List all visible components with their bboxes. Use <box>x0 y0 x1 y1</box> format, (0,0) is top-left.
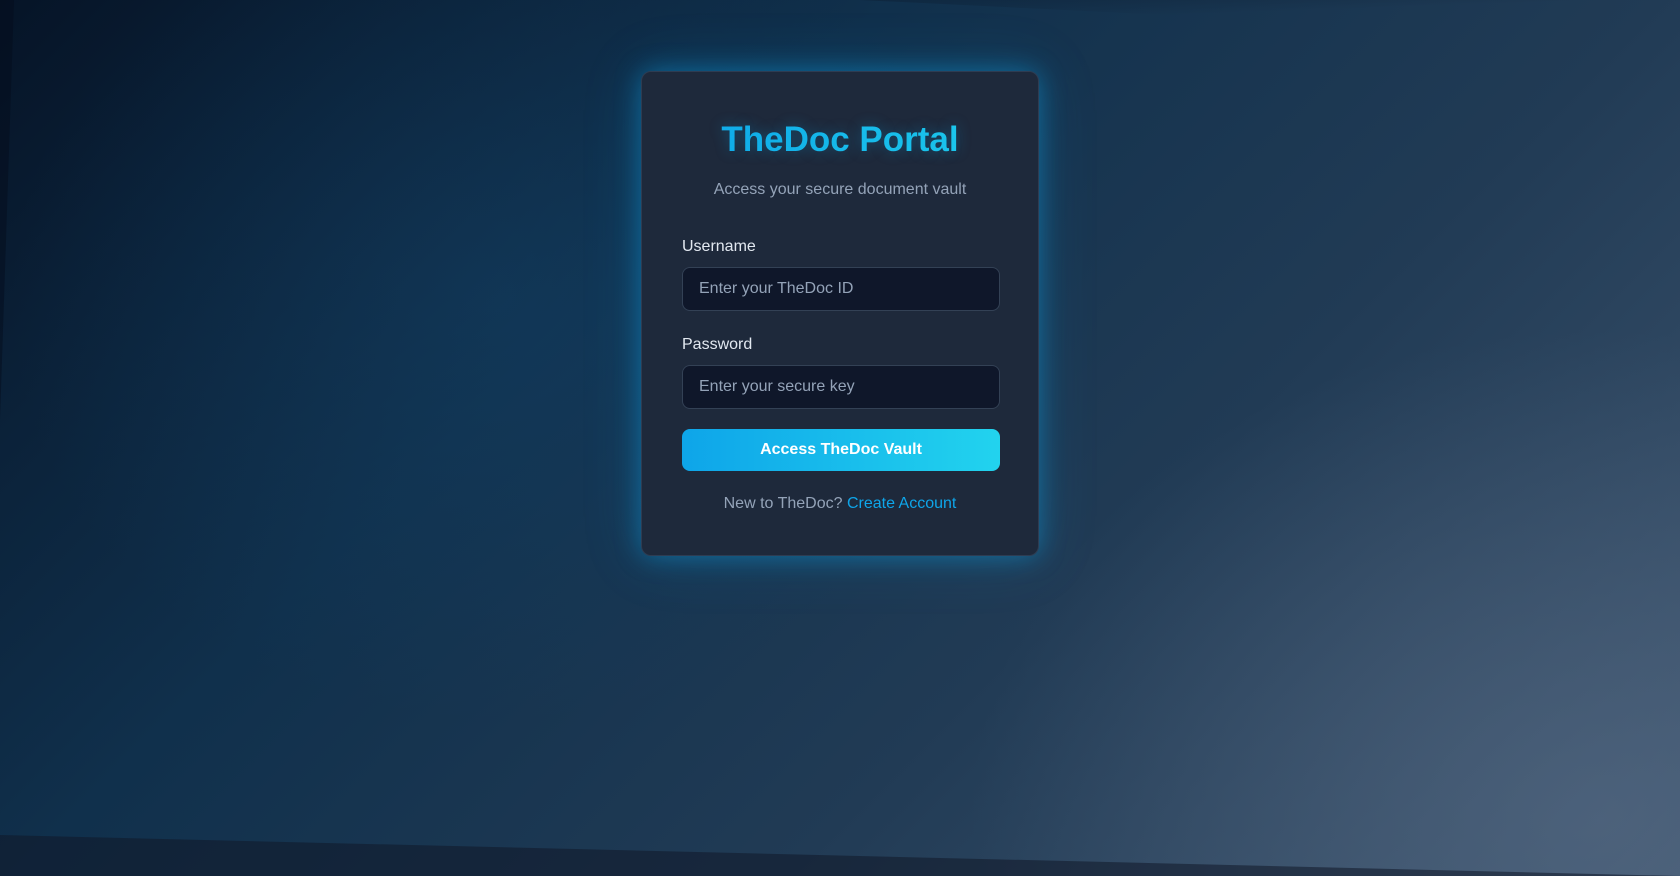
username-label: Username <box>682 238 756 255</box>
create-account-link[interactable]: Create Account <box>847 495 956 512</box>
password-input[interactable] <box>682 365 1000 409</box>
password-label: Password <box>682 336 753 353</box>
signup-prompt: New to TheDoc? Create Account <box>642 494 1038 514</box>
access-vault-button[interactable]: Access TheDoc Vault <box>682 429 1000 471</box>
page-subtitle: Access your secure document vault <box>713 181 967 198</box>
login-card: TheDoc Portal Access your secure documen… <box>641 71 1039 556</box>
username-input[interactable] <box>682 267 1000 311</box>
signup-prompt-text: New to TheDoc? <box>723 495 843 512</box>
page-title: TheDoc Portal <box>642 116 1038 164</box>
